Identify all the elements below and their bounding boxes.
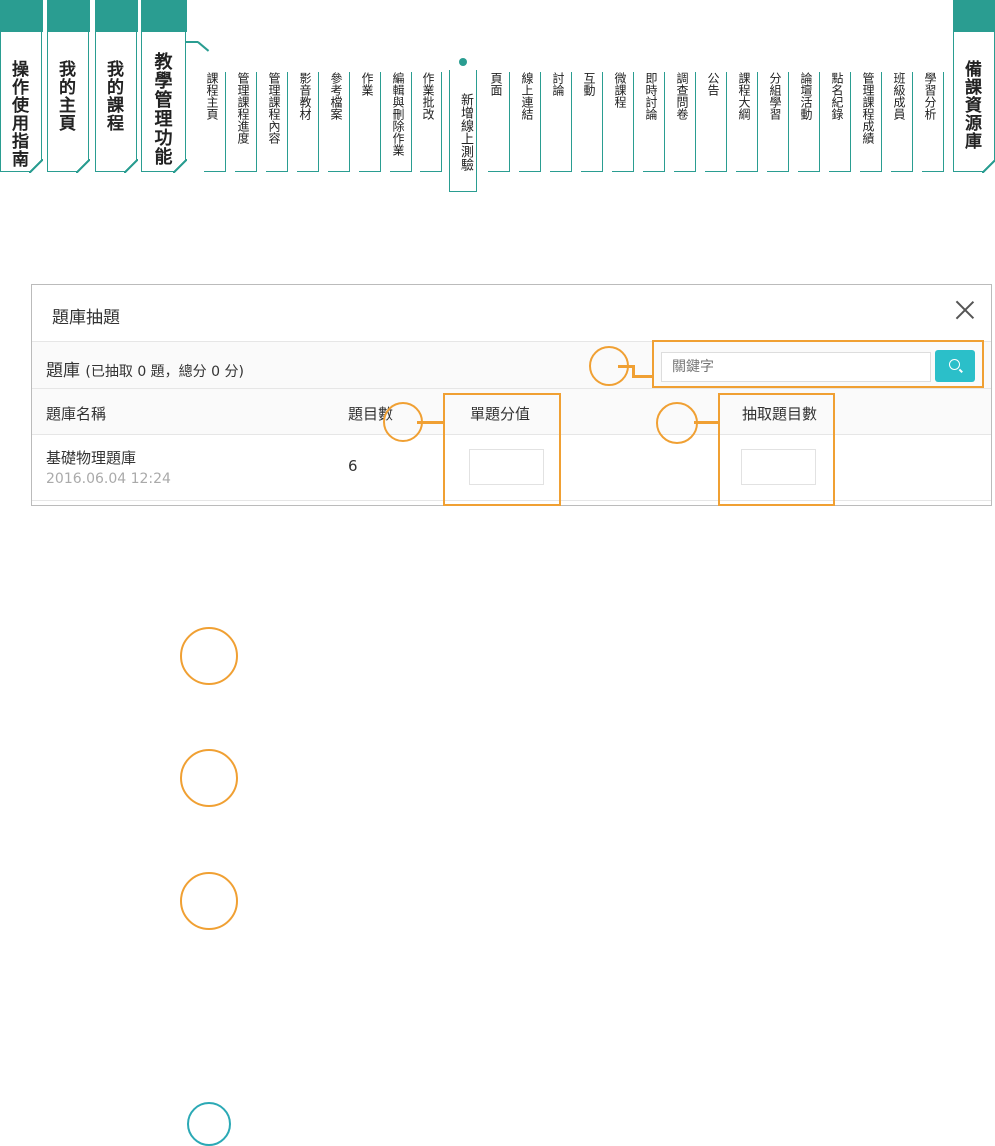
nav-item-20[interactable]: 點名紀錄 — [829, 72, 851, 172]
nav-item-6[interactable]: 編輯與刪除作業 — [390, 72, 412, 172]
nav-item-4[interactable]: 參考檔案 — [328, 72, 350, 172]
annotation-circle — [383, 402, 423, 442]
nav-item-12[interactable]: 互動 — [581, 72, 603, 172]
dialog-title: 題庫抽題 — [52, 308, 120, 328]
nav-item-label: 作業 — [360, 72, 374, 96]
nav-item-13[interactable]: 微課程 — [612, 72, 634, 172]
column-bank-name: 題庫名稱 — [46, 405, 107, 423]
nav-item-22[interactable]: 班級成員 — [891, 72, 913, 172]
nav-item-label: 編輯與刪除作業 — [391, 72, 405, 156]
annotation-circle — [187, 1102, 231, 1146]
bank-date: 2016.06.04 12:24 — [46, 471, 171, 487]
nav-item-9[interactable]: 頁面 — [488, 72, 510, 172]
tab-label: 我的主頁 — [55, 60, 75, 132]
nav-item-new-online-test[interactable]: 新增線上測驗 — [449, 70, 477, 192]
nav-item-21[interactable]: 管理課程成績 — [860, 72, 882, 172]
nav-item-7[interactable]: 作業批改 — [420, 72, 442, 172]
bank-summary: (已抽取 0 題，總分 0 分) — [85, 364, 244, 380]
nav-item-18[interactable]: 分組學習 — [767, 72, 789, 172]
tab-lesson-resources[interactable]: 備課資源庫 — [952, 0, 995, 173]
top-navigation: 操作使用指南 我的主頁 我的課程 教學管理功能 課程主頁 管理課程進度 管理課程內容… — [0, 0, 995, 200]
tab-user-guide[interactable]: 操作使用指南 — [0, 0, 43, 173]
nav-item-2[interactable]: 管理課程內容 — [266, 72, 288, 172]
annotation-box-score — [443, 393, 561, 506]
annotation-box-search — [652, 340, 984, 388]
tab-my-home[interactable]: 我的主頁 — [46, 0, 90, 173]
nav-item-label: 作業批改 — [421, 72, 435, 120]
nav-item-label: 課程主頁 — [205, 72, 219, 120]
close-icon[interactable] — [955, 300, 975, 320]
nav-item-label: 新增線上測驗 — [458, 93, 473, 171]
nav-item-15[interactable]: 調查問卷 — [674, 72, 696, 172]
annotation-circle — [589, 346, 629, 386]
annotation-circle — [656, 402, 698, 444]
annotation-circle — [180, 749, 238, 807]
nav-item-label: 頁面 — [489, 72, 503, 96]
nav-item-5[interactable]: 作業 — [359, 72, 381, 172]
tab-teaching-management[interactable]: 教學管理功能 — [140, 0, 187, 173]
nav-item-label: 微課程 — [613, 72, 627, 108]
tab-label: 教學管理功能 — [151, 52, 173, 166]
nav-item-label: 管理課程成績 — [861, 72, 875, 144]
annotation-circle — [180, 872, 238, 930]
nav-item-17[interactable]: 課程大綱 — [736, 72, 758, 172]
nav-item-label: 即時討論 — [644, 72, 658, 120]
nav-item-label: 論壇活動 — [799, 72, 813, 120]
nav-item-label: 互動 — [582, 72, 596, 96]
nav-item-label: 課程大綱 — [737, 72, 751, 120]
nav-item-label: 管理課程內容 — [267, 72, 281, 144]
connector-line — [197, 41, 210, 52]
tab-my-courses[interactable]: 我的課程 — [94, 0, 138, 173]
nav-item-label: 公告 — [706, 72, 720, 96]
nav-item-label: 線上連結 — [520, 72, 534, 120]
nav-item-label: 影音教材 — [298, 72, 312, 120]
nav-item-3[interactable]: 影音教材 — [297, 72, 319, 172]
annotation-circle — [180, 627, 238, 685]
nav-item-10[interactable]: 線上連結 — [519, 72, 541, 172]
bank-name: 基礎物理題庫 — [46, 449, 137, 467]
nav-item-label: 點名紀錄 — [830, 72, 844, 120]
nav-item-label: 班級成員 — [892, 72, 906, 120]
nav-item-label: 管理課程進度 — [236, 72, 250, 144]
nav-item-11[interactable]: 討論 — [550, 72, 572, 172]
nav-item-label: 參考檔案 — [329, 72, 343, 120]
bank-label: 題庫 — [46, 361, 80, 381]
tab-label: 備課資源庫 — [961, 60, 981, 150]
tab-label: 我的課程 — [103, 60, 123, 132]
nav-item-14[interactable]: 即時討論 — [643, 72, 665, 172]
nav-item-1[interactable]: 管理課程進度 — [235, 72, 257, 172]
tab-label: 操作使用指南 — [8, 60, 28, 168]
nav-item-23[interactable]: 學習分析 — [922, 72, 944, 172]
nav-item-label: 調查問卷 — [675, 72, 689, 120]
active-indicator-dot — [459, 58, 467, 66]
annotation-box-draw-count — [718, 393, 835, 506]
nav-item-16[interactable]: 公告 — [705, 72, 727, 172]
nav-item-0[interactable]: 課程主頁 — [204, 72, 226, 172]
nav-item-label: 分組學習 — [768, 72, 782, 120]
question-count: 6 — [348, 457, 358, 475]
nav-item-19[interactable]: 論壇活動 — [798, 72, 820, 172]
nav-item-label: 討論 — [551, 72, 565, 96]
nav-item-label: 學習分析 — [923, 72, 937, 120]
bank-heading: 題庫 (已抽取 0 題，總分 0 分) — [46, 356, 244, 381]
annotation-connector — [632, 375, 654, 378]
